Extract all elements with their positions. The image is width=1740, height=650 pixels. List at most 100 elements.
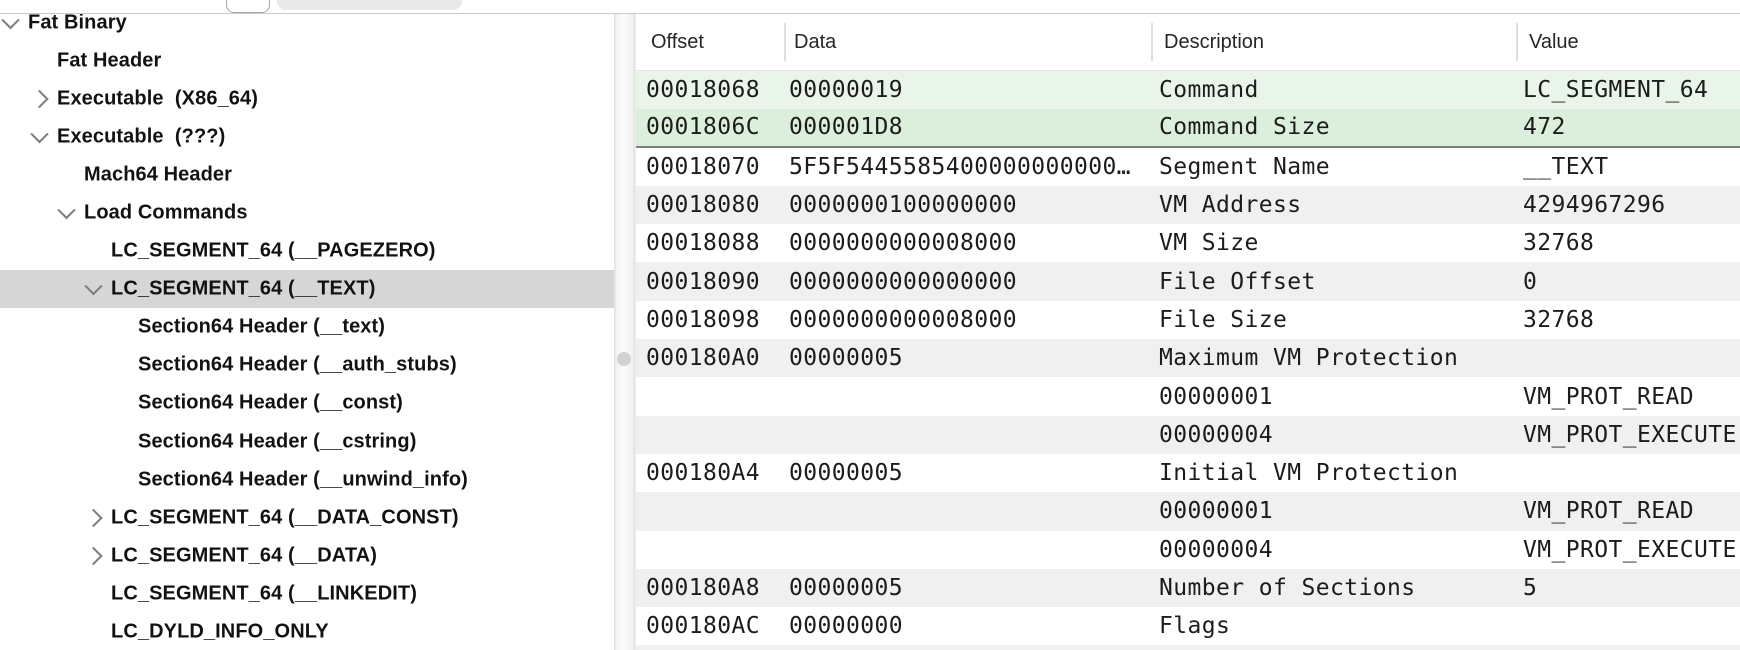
cell-offset: 000180A4 (636, 460, 784, 486)
tree-item[interactable]: Section64 Header (__cstring) (0, 423, 614, 461)
cell-data: 00000019 (784, 77, 1151, 103)
table-row[interactable]: 000180A0 00000005 Maximum VM Protection (636, 339, 1740, 377)
cell-value: 5 (1516, 575, 1740, 601)
column-header-data[interactable]: Data (784, 14, 1151, 70)
table-row[interactable]: 00018090 0000000000000000 File Offset 0 (636, 262, 1740, 300)
cell-value: 0 (1516, 269, 1740, 295)
tree-item[interactable]: Executable (X86_64) (0, 80, 614, 118)
tree-item[interactable]: LC_DYLD_INFO_ONLY (0, 613, 614, 650)
cell-offset: 000180A8 (636, 575, 784, 601)
cell-value: 472 (1516, 114, 1740, 140)
cell-data: 5F5F5445585400000000000… (784, 154, 1151, 180)
chevron-right-icon[interactable] (30, 90, 48, 108)
cell-description: 00000004 (1151, 422, 1516, 448)
sidebar: Fat Binary Fat Header Executable (X86_64… (0, 14, 614, 650)
cell-value: VM_PROT_READ (1516, 498, 1740, 524)
cell-offset: 000180A0 (636, 345, 784, 371)
tree-item[interactable]: Section64 Header (__auth_stubs) (0, 346, 614, 384)
tree-item[interactable]: Section64 Header (__unwind_info) (0, 461, 614, 499)
tree-item[interactable]: LC_SEGMENT_64 (__DATA) (0, 537, 614, 575)
cell-data: 00000005 (784, 345, 1151, 371)
cell-value: VM_PROT_READ (1516, 384, 1740, 410)
cell-description: File Offset (1151, 269, 1516, 295)
tree-item[interactable]: Section64 Header (__const) (0, 384, 614, 422)
toolbar-segment-button-right[interactable] (277, 0, 462, 10)
tree-item[interactable]: Mach64 Header (0, 156, 614, 194)
tree-item[interactable]: Executable (???) (0, 118, 614, 156)
chevron-down-icon[interactable] (84, 277, 102, 295)
cell-offset: 00018088 (636, 230, 784, 256)
tree-item[interactable]: Fat Header (0, 42, 614, 80)
cell-value: 32768 (1516, 307, 1740, 333)
cell-value: 32768 (1516, 230, 1740, 256)
tree-item[interactable]: LC_SEGMENT_64 (__PAGEZERO) (0, 232, 614, 270)
cell-description: Maximum VM Protection (1151, 345, 1516, 371)
table-row[interactable]: 00000001 VM_PROT_READ (636, 492, 1740, 530)
split-divider[interactable] (614, 14, 635, 650)
cell-offset: 000180AC (636, 613, 784, 639)
chevron-down-icon[interactable] (1, 14, 19, 29)
cell-description: File Size (1151, 307, 1516, 333)
cell-description: Flags (1151, 613, 1516, 639)
cell-data: 00000005 (784, 460, 1151, 486)
tree-item[interactable]: LC_SEGMENT_64 (__LINKEDIT) (0, 575, 614, 613)
cell-data: 0000000000000000 (784, 269, 1151, 295)
table-body: 00018068 00000019 Command LC_SEGMENT_64 … (636, 71, 1740, 650)
cell-description: VM Address (1151, 192, 1516, 218)
tree-item[interactable]: Section64 Header (__text) (0, 308, 614, 346)
cell-description: 00000001 (1151, 498, 1516, 524)
table-row[interactable]: 00000004 VM_PROT_EXECUTE (636, 531, 1740, 569)
cell-data: 00000000 (784, 613, 1151, 639)
cell-description: Command (1151, 77, 1516, 103)
cell-offset: 00018090 (636, 269, 784, 295)
cell-value: 4294967296 (1516, 192, 1740, 218)
cell-description: Command Size (1151, 114, 1516, 140)
toolbar-segment-button-left[interactable] (226, 0, 270, 13)
cell-value: VM_PROT_EXECUTE (1516, 422, 1740, 448)
cell-description: 00000001 (1151, 384, 1516, 410)
column-header-value[interactable]: Value (1516, 14, 1740, 70)
chevron-right-icon[interactable] (84, 508, 102, 526)
table-row[interactable]: 000180A4 00000005 Initial VM Protection (636, 454, 1740, 492)
chevron-down-icon[interactable] (57, 201, 75, 219)
splitter-handle-icon[interactable] (617, 352, 631, 366)
toolbar-strip (0, 0, 1740, 14)
tree-item[interactable]: LC_SEGMENT_64 (__TEXT) (0, 270, 614, 308)
cell-data: 000001D8 (784, 114, 1151, 140)
tree-item[interactable]: LC_SEGMENT_64 (__DATA_CONST) (0, 499, 614, 537)
tree-item[interactable]: Fat Binary (0, 14, 614, 42)
table-header-row: Offset Data Description Value (636, 14, 1740, 71)
table-row[interactable]: 000180A8 00000005 Number of Sections 5 (636, 569, 1740, 607)
table-row[interactable]: 00018070 5F5F5445585400000000000… Segmen… (636, 148, 1740, 186)
table-row[interactable]: 00018098 0000000000008000 File Size 3276… (636, 301, 1740, 339)
table-row[interactable]: 0001806C 000001D8 Command Size 472 (636, 109, 1740, 147)
cell-offset: 00018080 (636, 192, 784, 218)
cell-offset: 00018098 (636, 307, 784, 333)
cell-data: 0000000100000000 (784, 192, 1151, 218)
cell-description: Segment Name (1151, 154, 1516, 180)
chevron-right-icon[interactable] (84, 546, 102, 564)
cell-data: 0000000000008000 (784, 230, 1151, 256)
cell-description: Initial VM Protection (1151, 460, 1516, 486)
field-table: Offset Data Description Value 00018068 0… (635, 14, 1740, 650)
chevron-down-icon[interactable] (30, 125, 48, 143)
cell-offset: 0001806C (636, 114, 784, 140)
column-header-offset[interactable]: Offset (636, 14, 784, 70)
table-row[interactable]: 00018088 0000000000008000 VM Size 32768 (636, 224, 1740, 262)
cell-data: 00000005 (784, 575, 1151, 601)
cell-data: 0000000000008000 (784, 307, 1151, 333)
file-structure-tree: Fat Binary Fat Header Executable (X86_64… (0, 14, 614, 650)
table-row[interactable]: 00018080 0000000100000000 VM Address 429… (636, 186, 1740, 224)
table-row[interactable]: 00000001 VM_PROT_READ (636, 377, 1740, 415)
table-row[interactable]: 000180AC 00000000 Flags (636, 607, 1740, 645)
table-row[interactable]: 00000004 VM_PROT_EXECUTE (636, 416, 1740, 454)
cell-value: LC_SEGMENT_64 (1516, 77, 1740, 103)
cell-description: 00000004 (1151, 537, 1516, 563)
cell-value: __TEXT (1516, 154, 1740, 180)
cell-description: Number of Sections (1151, 575, 1516, 601)
cell-offset: 00018070 (636, 154, 784, 180)
table-row[interactable]: 00018068 00000019 Command LC_SEGMENT_64 (636, 71, 1740, 109)
tree-item[interactable]: Load Commands (0, 194, 614, 232)
cell-value: VM_PROT_EXECUTE (1516, 537, 1740, 563)
column-header-description[interactable]: Description (1151, 14, 1516, 70)
